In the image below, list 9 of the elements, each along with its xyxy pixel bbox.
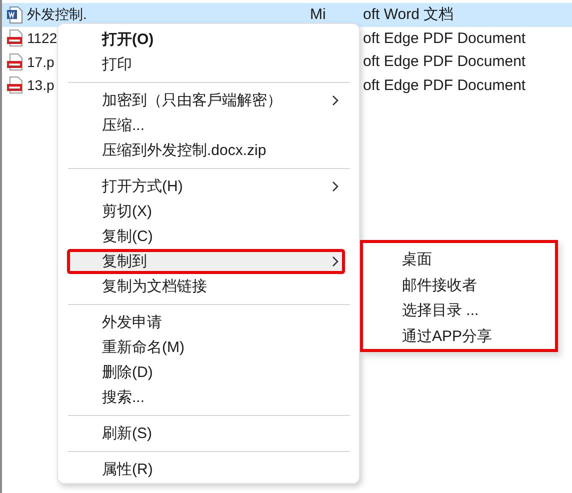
file-type: oft Edge PDF Document bbox=[363, 30, 526, 47]
file-type: oft Word 文档 bbox=[363, 5, 454, 24]
file-name: 外发控制. bbox=[27, 6, 87, 24]
file-type: Mi bbox=[310, 6, 327, 24]
file-name: 1122 bbox=[27, 30, 58, 46]
file-name: 13.p bbox=[27, 77, 54, 94]
file-type: oft Edge PDF Document bbox=[363, 76, 526, 94]
file-type: oft Edge PDF Document bbox=[363, 53, 526, 70]
file-name: 17.p bbox=[27, 54, 54, 70]
